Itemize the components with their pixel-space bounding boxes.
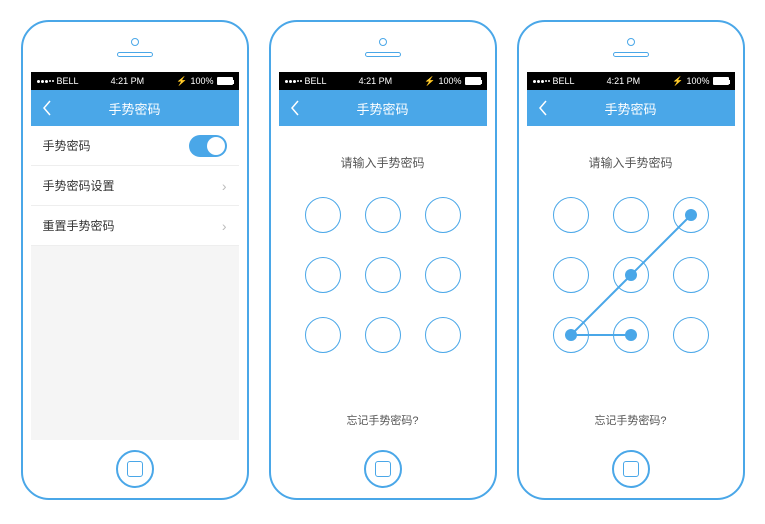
carrier-label: BELL [305, 76, 327, 86]
pattern-dot[interactable] [673, 317, 709, 353]
chevron-left-icon [42, 100, 52, 116]
carrier-label: BELL [57, 76, 79, 86]
speaker-icon [613, 52, 649, 57]
pattern-dot[interactable] [365, 257, 401, 293]
status-left: BELL [285, 76, 327, 86]
status-bar: BELL 4:21 PM ⚡ 100% [31, 72, 239, 90]
battery-pct: 100% [190, 76, 213, 86]
pattern-dot[interactable] [305, 257, 341, 293]
row-label: 重置手势密码 [43, 217, 115, 234]
phone-screen: BELL 4:21 PM ⚡ 100% 手势密码 手势密码 [31, 72, 239, 440]
status-right: ⚡ 100% [672, 76, 728, 87]
pattern-dot[interactable] [673, 257, 709, 293]
battery-pct: 100% [686, 76, 709, 86]
clock-label: 4:21 PM [359, 76, 393, 86]
status-left: BELL [37, 76, 79, 86]
row-gesture-settings[interactable]: 手势密码设置 › [31, 166, 239, 206]
carrier-label: BELL [553, 76, 575, 86]
status-bar: BELL 4:21 PM ⚡ 100% [527, 72, 735, 90]
row-reset-gesture[interactable]: 重置手势密码 › [31, 206, 239, 246]
pattern-dot[interactable] [553, 317, 589, 353]
chevron-right-icon: › [222, 178, 227, 194]
status-bar: BELL 4:21 PM ⚡ 100% [279, 72, 487, 90]
chevron-right-icon: › [222, 218, 227, 234]
nav-title: 手势密码 [527, 99, 735, 118]
signal-dots-icon [285, 80, 302, 83]
pattern-prompt: 请输入手势密码 [527, 154, 735, 171]
home-button[interactable] [116, 450, 154, 488]
pattern-dot[interactable] [425, 197, 461, 233]
pattern-dot[interactable] [553, 257, 589, 293]
phone-bezel-top [271, 22, 495, 72]
pattern-dot[interactable] [425, 257, 461, 293]
status-right: ⚡ 100% [176, 76, 232, 87]
forgot-link[interactable]: 忘记手势密码? [279, 412, 487, 428]
phone-pattern-drawn: BELL 4:21 PM ⚡ 100% 手势密码 请输入手势密码 忘记手势密码? [517, 20, 745, 500]
clock-label: 4:21 PM [111, 76, 145, 86]
pattern-dot[interactable] [425, 317, 461, 353]
row-label: 手势密码设置 [43, 177, 115, 194]
speaker-icon [365, 52, 401, 57]
chevron-left-icon [538, 100, 548, 116]
speaker-icon [117, 52, 153, 57]
phone-screen: BELL 4:21 PM ⚡ 100% 手势密码 请输入手势密码 忘记手势密码? [527, 72, 735, 440]
pattern-dot[interactable] [673, 197, 709, 233]
back-button[interactable] [287, 100, 303, 116]
pattern-grid[interactable] [551, 195, 711, 355]
back-button[interactable] [535, 100, 551, 116]
nav-title: 手势密码 [279, 99, 487, 118]
pattern-dot[interactable] [613, 257, 649, 293]
row-label: 手势密码 [43, 137, 91, 154]
pattern-dot[interactable] [365, 197, 401, 233]
nav-bar: 手势密码 [527, 90, 735, 126]
toggle-switch[interactable] [189, 135, 227, 157]
phone-bezel-top [519, 22, 743, 72]
battery-icon [713, 77, 729, 85]
nav-title: 手势密码 [31, 99, 239, 118]
pattern-dot[interactable] [553, 197, 589, 233]
back-button[interactable] [39, 100, 55, 116]
home-button[interactable] [364, 450, 402, 488]
pattern-prompt: 请输入手势密码 [279, 154, 487, 171]
bluetooth-icon: ⚡ [176, 76, 187, 87]
pattern-grid[interactable] [303, 195, 463, 355]
phone-screen: BELL 4:21 PM ⚡ 100% 手势密码 请输入手势密码 忘记手势密码? [279, 72, 487, 440]
clock-label: 4:21 PM [607, 76, 641, 86]
phone-bezel-top [23, 22, 247, 72]
bluetooth-icon: ⚡ [672, 76, 683, 87]
pattern-dot[interactable] [613, 317, 649, 353]
row-gesture-toggle[interactable]: 手势密码 [31, 126, 239, 166]
settings-list: 手势密码 手势密码设置 › 重置手势密码 › [31, 126, 239, 246]
camera-icon [131, 38, 139, 46]
phone-settings: BELL 4:21 PM ⚡ 100% 手势密码 手势密码 [21, 20, 249, 500]
home-button[interactable] [612, 450, 650, 488]
forgot-link[interactable]: 忘记手势密码? [527, 412, 735, 428]
pattern-dot[interactable] [305, 317, 341, 353]
camera-icon [379, 38, 387, 46]
nav-bar: 手势密码 [279, 90, 487, 126]
status-left: BELL [533, 76, 575, 86]
pattern-dot[interactable] [613, 197, 649, 233]
camera-icon [627, 38, 635, 46]
signal-dots-icon [37, 80, 54, 83]
nav-bar: 手势密码 [31, 90, 239, 126]
phone-mockups: BELL 4:21 PM ⚡ 100% 手势密码 手势密码 [20, 20, 745, 500]
pattern-dot[interactable] [365, 317, 401, 353]
battery-icon [217, 77, 233, 85]
chevron-left-icon [290, 100, 300, 116]
status-right: ⚡ 100% [424, 76, 480, 87]
pattern-dot[interactable] [305, 197, 341, 233]
bluetooth-icon: ⚡ [424, 76, 435, 87]
phone-pattern-empty: BELL 4:21 PM ⚡ 100% 手势密码 请输入手势密码 忘记手势密码? [269, 20, 497, 500]
signal-dots-icon [533, 80, 550, 83]
battery-pct: 100% [438, 76, 461, 86]
battery-icon [465, 77, 481, 85]
